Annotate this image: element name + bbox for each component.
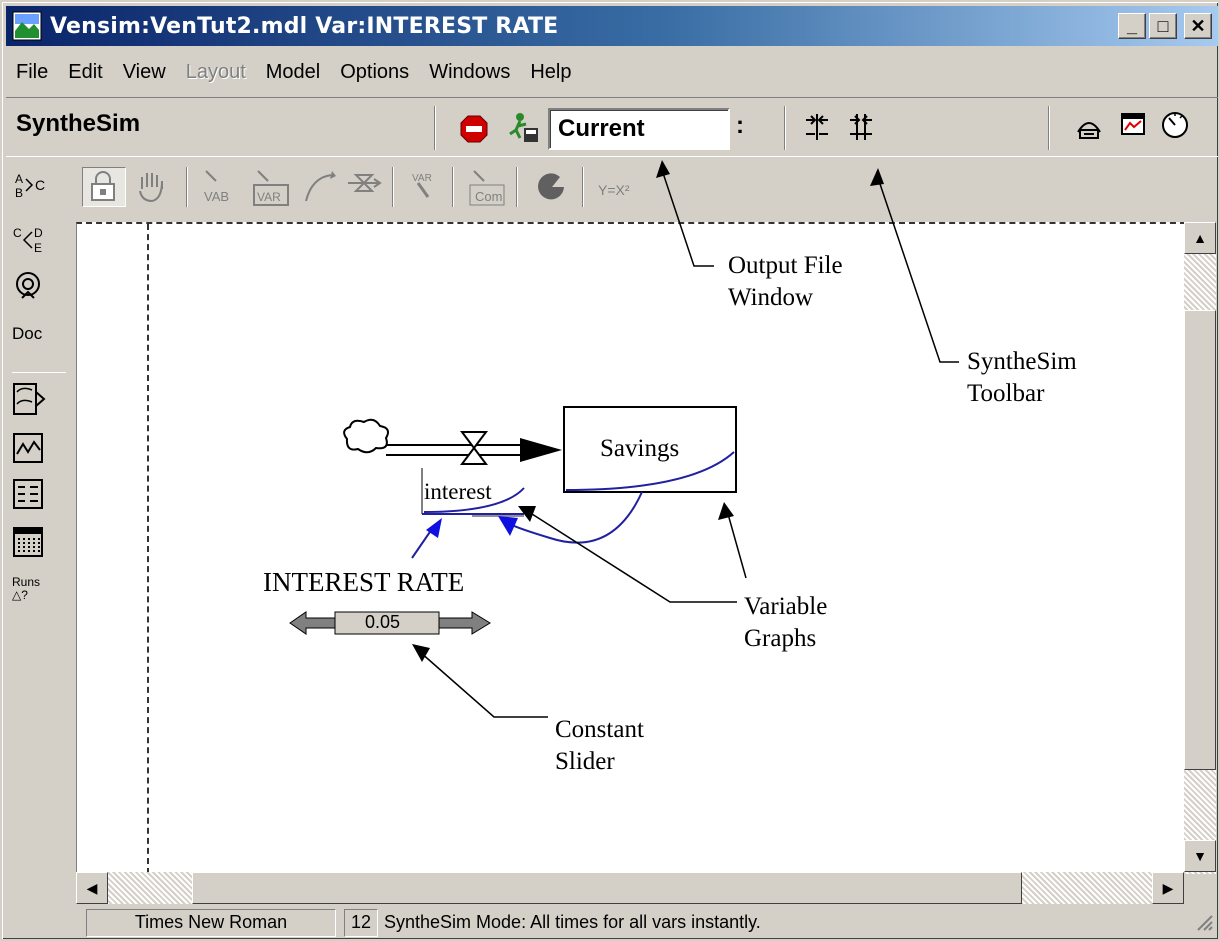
valve-icon[interactable] bbox=[460, 431, 488, 465]
scroll-left-button[interactable]: ◀ bbox=[76, 872, 108, 904]
status-bar: Times New Roman 12 SyntheSim Mode: All t… bbox=[6, 906, 1218, 939]
scroll-right-button[interactable]: ▶ bbox=[1152, 872, 1184, 904]
interest-label: interest bbox=[424, 479, 492, 504]
horizontal-scroll-thumb[interactable] bbox=[192, 872, 1022, 904]
model-diagram bbox=[289, 160, 959, 718]
font-name-field[interactable]: Times New Roman bbox=[86, 908, 336, 937]
vertical-scrollbar[interactable]: ▲ ▼ bbox=[1184, 222, 1216, 874]
annotation-output-file-window: Output File Window bbox=[728, 252, 843, 311]
annotation-synthesim-toolbar: SyntheSim Toolbar bbox=[967, 348, 1077, 407]
vertical-scroll-thumb[interactable] bbox=[1184, 310, 1216, 770]
annotation-variable-graphs: Variable Graphs bbox=[744, 593, 828, 652]
source-cloud-icon bbox=[343, 418, 389, 454]
vensim-window: Vensim:VenTut2.mdl Var:INTEREST RATE _ □… bbox=[0, 0, 1220, 941]
resize-grip-icon[interactable] bbox=[1194, 912, 1214, 937]
annotation-constant-slider: Constant Slider bbox=[555, 716, 644, 775]
flow-arrowhead bbox=[520, 438, 562, 462]
status-message: SyntheSim Mode: All times for all vars i… bbox=[384, 912, 761, 932]
horizontal-scrollbar[interactable]: ◀ ▶ bbox=[76, 872, 1184, 904]
savings-label: Savings bbox=[600, 435, 680, 462]
scroll-up-button[interactable]: ▲ bbox=[1184, 222, 1216, 254]
interest-rate-label: INTEREST RATE bbox=[263, 567, 465, 597]
font-size-field[interactable]: 12 bbox=[344, 908, 378, 937]
slider-value: 0.05 bbox=[365, 612, 401, 632]
scroll-down-button[interactable]: ▼ bbox=[1184, 840, 1216, 872]
